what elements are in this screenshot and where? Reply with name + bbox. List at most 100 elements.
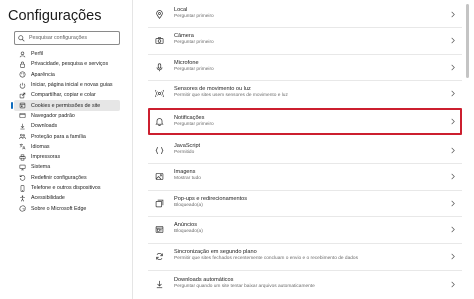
row-divider — [148, 243, 462, 244]
reset-icon — [19, 175, 26, 181]
permission-row-notificacoes[interactable]: Notificações Perguntar primeiro — [148, 109, 462, 134]
sidebar-item-telefone[interactable]: Telefone e outros dispositivos — [14, 183, 120, 193]
sidebar-item-label: Aparência — [31, 71, 55, 78]
sidebar-nav: Perfil Privacidade, pesquisa e serviços … — [11, 49, 120, 214]
chevron-right-icon — [451, 147, 455, 153]
ads-icon — [155, 225, 164, 233]
sidebar-item-label: Downloads — [31, 123, 58, 130]
row-divider — [148, 216, 462, 217]
camera-icon — [155, 36, 164, 44]
chevron-right-icon — [451, 118, 455, 125]
sidebar-item-downloads[interactable]: Downloads — [14, 121, 120, 131]
sidebar-item-protecao-familia[interactable]: Proteção para a família — [14, 131, 120, 141]
phone-icon — [20, 184, 25, 192]
scrollbar-thumb[interactable] — [466, 4, 469, 78]
lock-icon — [20, 61, 25, 68]
chevron-right-icon — [451, 37, 455, 43]
sidebar-item-label: Sobre o Microsoft Edge — [31, 205, 87, 212]
profile-icon — [19, 51, 26, 58]
search-box[interactable] — [14, 31, 120, 45]
popup-icon — [155, 199, 164, 207]
sidebar-item-label: Acessibilidade — [31, 195, 65, 202]
accessibility-icon — [20, 195, 25, 202]
sidebar-item-label: Sistema — [31, 164, 51, 171]
sidebar-item-redefinir[interactable]: Redefinir configurações — [14, 173, 120, 183]
sidebar-item-acessibilidade[interactable]: Acessibilidade — [14, 193, 120, 203]
sensors-icon — [155, 89, 164, 97]
sidebar-item-label: Cookies e permissões de site — [31, 102, 101, 109]
sidebar-item-perfil[interactable]: Perfil — [14, 49, 120, 59]
sync-icon — [156, 252, 163, 260]
permission-status: Permitir que sites fechados recentemente… — [174, 256, 358, 262]
sidebar-item-label: Iniciar, página inicial e novas guias — [31, 82, 113, 89]
sidebar-item-label: Compartilhar, copiar e colar — [31, 92, 96, 99]
sidebar-item-idiomas[interactable]: Idiomas — [14, 142, 120, 152]
search-input[interactable] — [29, 35, 119, 41]
sidebar-item-sobre-edge[interactable]: Sobre o Microsoft Edge — [14, 203, 120, 213]
sidebar-item-label: Perfil — [31, 51, 44, 58]
javascript-icon — [155, 146, 164, 154]
chevron-right-icon — [451, 253, 455, 259]
sidebar-item-iniciar[interactable]: Iniciar, página inicial e novas guias — [14, 80, 120, 90]
cookies-icon — [19, 102, 26, 109]
permission-status: Permitir que sites usem sensores de movi… — [174, 93, 288, 99]
sidebar-item-label: Navegador padrão — [31, 112, 75, 119]
languages-icon — [19, 144, 26, 150]
chevron-right-icon — [451, 173, 455, 179]
row-divider — [148, 54, 462, 55]
sidebar-item-privacidade[interactable]: Privacidade, pesquisa e serviços — [14, 59, 120, 69]
sidebar-item-sistema[interactable]: Sistema — [14, 162, 120, 172]
row-divider — [148, 190, 462, 191]
chevron-right-icon — [451, 281, 455, 287]
permission-row-microfone[interactable]: Microfone Perguntar primeiro — [148, 56, 462, 78]
search-icon — [18, 34, 25, 42]
permission-row-local[interactable]: Local Perguntar primeiro — [148, 3, 462, 25]
permission-title: Notificações — [174, 114, 205, 121]
sidebar-item-label: Telefone e outros dispositivos — [31, 185, 101, 191]
edge-icon — [19, 205, 26, 212]
sidebar-item-navegador-padrao[interactable]: Navegador padrão — [14, 111, 120, 121]
location-icon — [156, 9, 163, 19]
sidebar-item-label: Impressoras — [31, 154, 61, 161]
permission-row-anuncios[interactable]: Anúncios Bloqueado(a) — [148, 218, 462, 240]
permission-status: Perguntar primeiro — [174, 67, 214, 73]
microphone-icon — [156, 62, 163, 71]
chevron-right-icon — [451, 90, 455, 96]
page-title: Configurações — [8, 8, 102, 24]
row-divider — [148, 80, 462, 81]
sidebar-item-label: Redefinir configurações — [31, 174, 87, 181]
permission-row-downloads-automaticos[interactable]: Downloads automáticos Perguntar quando u… — [148, 273, 462, 295]
permissions-list: Local Perguntar primeiro Câmera Pergunta… — [148, 0, 462, 299]
permission-status: Bloqueado(a) — [174, 229, 203, 235]
row-divider — [148, 270, 462, 271]
sidebar-item-label: Privacidade, pesquisa e serviços — [31, 61, 109, 68]
power-icon — [19, 82, 26, 89]
chevron-right-icon — [451, 64, 455, 70]
permission-row-sensores[interactable]: Sensores de movimento ou luz Permitir qu… — [148, 82, 462, 104]
scrollbar[interactable] — [466, 0, 469, 299]
sidebar-item-label: Proteção para a família — [31, 133, 86, 140]
permission-row-imagens[interactable]: Imagens Mostrar tudo — [148, 165, 462, 187]
download-icon — [156, 280, 163, 288]
row-divider — [148, 27, 462, 28]
permission-row-javascript[interactable]: JavaScript Permitido — [148, 139, 462, 161]
permission-status: Perguntar primeiro — [174, 121, 214, 127]
bell-icon — [155, 118, 164, 126]
share-icon — [19, 92, 26, 99]
sidebar-item-compartilhar[interactable]: Compartilhar, copiar e colar — [14, 90, 120, 100]
permission-row-sincronizacao[interactable]: Sincronização em segundo plano Permitir … — [148, 245, 462, 267]
permission-status: Bloqueado(a) — [174, 203, 203, 209]
browser-icon — [19, 113, 26, 119]
sidebar-divider — [132, 0, 133, 299]
sidebar-item-impressoras[interactable]: Impressoras — [14, 152, 120, 162]
sidebar-item-aparencia[interactable]: Aparência — [14, 70, 120, 80]
system-icon — [19, 164, 26, 171]
permission-row-popups[interactable]: Pop-ups e redirecionamentos Bloqueado(a) — [148, 192, 462, 214]
chevron-right-icon — [451, 226, 455, 232]
permission-row-camera[interactable]: Câmera Perguntar primeiro — [148, 29, 462, 51]
sidebar-item-label: Idiomas — [31, 143, 50, 150]
image-icon — [155, 172, 164, 180]
permission-status: Perguntar quando um site tentar baixar a… — [174, 284, 315, 290]
chevron-right-icon — [451, 200, 455, 206]
sidebar-item-cookies[interactable]: Cookies e permissões de site — [11, 100, 120, 111]
